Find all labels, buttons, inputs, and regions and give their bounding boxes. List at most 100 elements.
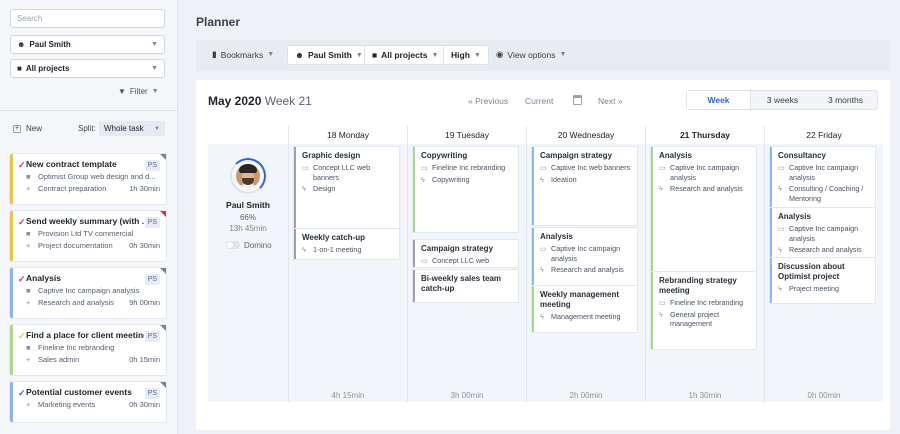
briefcase-icon: ▭	[659, 298, 666, 307]
task-card[interactable]: ✓ New contract template PS ■ Optimist Group …	[10, 154, 166, 204]
project-select[interactable]: ■ All projects ▼	[10, 59, 165, 78]
lightning-icon: ϟ	[540, 312, 544, 321]
split-select[interactable]: Whole task ▼	[99, 121, 165, 136]
task-detail: ■ Optimist Group web design and d...	[26, 172, 156, 181]
next-link[interactable]: Next »	[598, 96, 623, 106]
event-title: Copywriting	[421, 151, 468, 160]
event-card[interactable]: Analysis ▭ Captive Inc campaign analysis ϟ R…	[651, 147, 756, 271]
day-total: 3h 00min	[450, 391, 484, 400]
event-project-text: Captive Inc campaign analysis	[789, 163, 859, 182]
checkmark-icon[interactable]: ✓	[18, 388, 26, 399]
assignee-badge: PS	[144, 274, 160, 285]
assignee-badge: PS	[144, 388, 160, 399]
priority-flag-icon	[160, 325, 166, 331]
briefcase-icon: ▭	[421, 163, 428, 172]
briefcase-icon: ▭	[778, 224, 785, 233]
event-title: Bi-weekly sales team catch-up	[421, 274, 502, 293]
current-link[interactable]: Current	[525, 96, 553, 106]
week-grid: Paul Smith 66% 13h 45min Domino 18 Monda…	[208, 126, 883, 402]
event-card[interactable]: Weekly catch-up ϟ 1-on-1 meeting	[294, 229, 399, 259]
split-label: Split:	[78, 124, 96, 133]
search-input[interactable]: Search	[10, 9, 165, 28]
task-card[interactable]: ✓ Send weekly summary (with ... PS ■ Provisi…	[10, 211, 166, 261]
priority-dropdown[interactable]: High ▼	[443, 45, 489, 65]
event-title: Campaign strategy	[540, 151, 613, 160]
eye-icon: ◉	[496, 49, 504, 59]
task-card[interactable]: ✓ Find a place for client meetings PS ■ Fine…	[10, 325, 166, 375]
day-header[interactable]: 20 Wednesday	[526, 126, 645, 144]
event-card[interactable]: Rebranding strategy meeting ▭ Fineline Inc…	[651, 272, 756, 349]
day-header[interactable]: 22 Friday	[764, 126, 883, 144]
day-header[interactable]: 18 Monday	[288, 126, 407, 144]
domino-toggle[interactable]	[226, 241, 240, 249]
new-task-button[interactable]: + New	[13, 124, 42, 133]
projects-filter-dropdown[interactable]: ■ All projects ▼	[364, 45, 447, 65]
calendar-icon[interactable]	[573, 95, 582, 105]
task-detail: + Project documentation	[26, 241, 113, 250]
event-card[interactable]: Analysis ▭ Captive Inc campaign analysis ϟ R…	[532, 228, 637, 285]
chevron-down-icon: ▼	[473, 51, 481, 59]
task-time: 9h 00min	[129, 298, 160, 307]
lightning-icon: ϟ	[778, 245, 782, 254]
priority-flag-icon	[160, 211, 166, 217]
checkmark-icon[interactable]: ✓	[18, 160, 26, 171]
task-time: 0h 30min	[129, 400, 160, 409]
task-detail-row: + Research and analysis 9h 00min	[26, 298, 160, 307]
task-detail-row: ■ Optimist Group web design and d...	[26, 172, 160, 181]
day-total: 1h 30min	[688, 391, 722, 400]
event-card[interactable]: Consultancy ▭ Captive Inc campaign analysi…	[770, 147, 875, 208]
view-3-months-button[interactable]: 3 months	[814, 91, 877, 109]
user-select[interactable]: ☻ Paul Smith ▼	[10, 35, 165, 54]
task-detail-row: ■ Provision Ltd TV commercial	[26, 229, 160, 238]
event-card[interactable]: Copywriting ▭ Fineline Inc rebranding ϟ Copy…	[413, 147, 518, 232]
checkmark-icon[interactable]: ✓	[18, 274, 26, 285]
event-card[interactable]: Weekly management meeting ϟ Management mee…	[532, 286, 637, 332]
event-title: Graphic design	[302, 151, 361, 160]
checkmark-icon[interactable]: ✓	[18, 217, 26, 228]
capacity-ring	[230, 158, 266, 194]
filter-button[interactable]: ▼ Filter ▼	[118, 87, 159, 96]
briefcase-icon: ■	[17, 64, 22, 73]
task-card[interactable]: ✓ Potential customer events PS + Marketing e…	[10, 382, 166, 422]
day-header[interactable]: 19 Tuesday	[407, 126, 526, 144]
view-week-button[interactable]: Week	[687, 91, 751, 109]
event-title: Analysis	[540, 232, 573, 241]
person-hours: 13h 45min	[229, 224, 267, 233]
event-task-text: Consulting / Coaching / Mentoring	[789, 184, 864, 203]
avatar[interactable]	[236, 164, 260, 188]
lightning-icon: ϟ	[778, 284, 782, 293]
event-project: ▭ Captive Inc campaign analysis	[659, 163, 751, 182]
domino-label: Domino	[244, 241, 272, 250]
previous-link[interactable]: « Previous	[468, 96, 508, 106]
checkmark-icon[interactable]: ✓	[18, 331, 26, 342]
calendar-panel: May 2020 Week 21 « Previous Current Next…	[196, 80, 890, 430]
event-card[interactable]: Analysis ▭ Captive Inc campaign analysis ϟ R…	[770, 208, 875, 257]
event-card[interactable]: Bi-weekly sales team catch-up	[413, 270, 518, 302]
event-task-text: Copywriting	[432, 174, 470, 184]
task-detail-text: Sales admin	[38, 355, 80, 364]
task-detail: ■ Captive Inc campaign analysis	[26, 286, 139, 295]
bookmarks-dropdown[interactable]: ▮ Bookmarks ▼	[212, 49, 274, 60]
project-icon: ■	[26, 286, 31, 295]
event-task: ϟ Copywriting	[421, 175, 513, 185]
event-card[interactable]: Campaign strategy ▭ Concept LLC web	[413, 240, 518, 267]
event-project: ▭ Captive Inc campaign analysis	[778, 163, 870, 182]
briefcase-icon: ▭	[421, 256, 428, 265]
task-time: 0h 15min	[129, 355, 160, 364]
divider	[0, 110, 178, 111]
event-card[interactable]: Discussion about Optimist project ϟ Projec…	[770, 258, 875, 303]
event-card[interactable]: Campaign strategy ▭ Captive Inc web banner…	[532, 147, 637, 225]
event-card[interactable]: Graphic design ▭ Concept LLC web banners ϟ D…	[294, 147, 399, 229]
event-project: ▭ Concept LLC web	[421, 256, 513, 266]
view-options-dropdown[interactable]: ◉ View options ▼	[496, 49, 566, 60]
event-task: ϟ Research and analysis	[778, 245, 870, 255]
briefcase-icon: ▭	[659, 163, 666, 172]
view-3-weeks-button[interactable]: 3 weeks	[751, 91, 814, 109]
task-detail-text: Provision Ltd TV commercial	[38, 229, 134, 238]
user-filter-dropdown[interactable]: ☻ Paul Smith ▼	[287, 45, 371, 65]
task-card[interactable]: ✓ Analysis PS ■ Captive Inc campaign analysi…	[10, 268, 166, 318]
event-project-text: Captive Inc campaign analysis	[670, 163, 740, 182]
day-header[interactable]: 21 Thursday	[645, 126, 764, 144]
event-task: ϟ Ideation	[540, 175, 632, 185]
task-icon: +	[26, 184, 31, 193]
